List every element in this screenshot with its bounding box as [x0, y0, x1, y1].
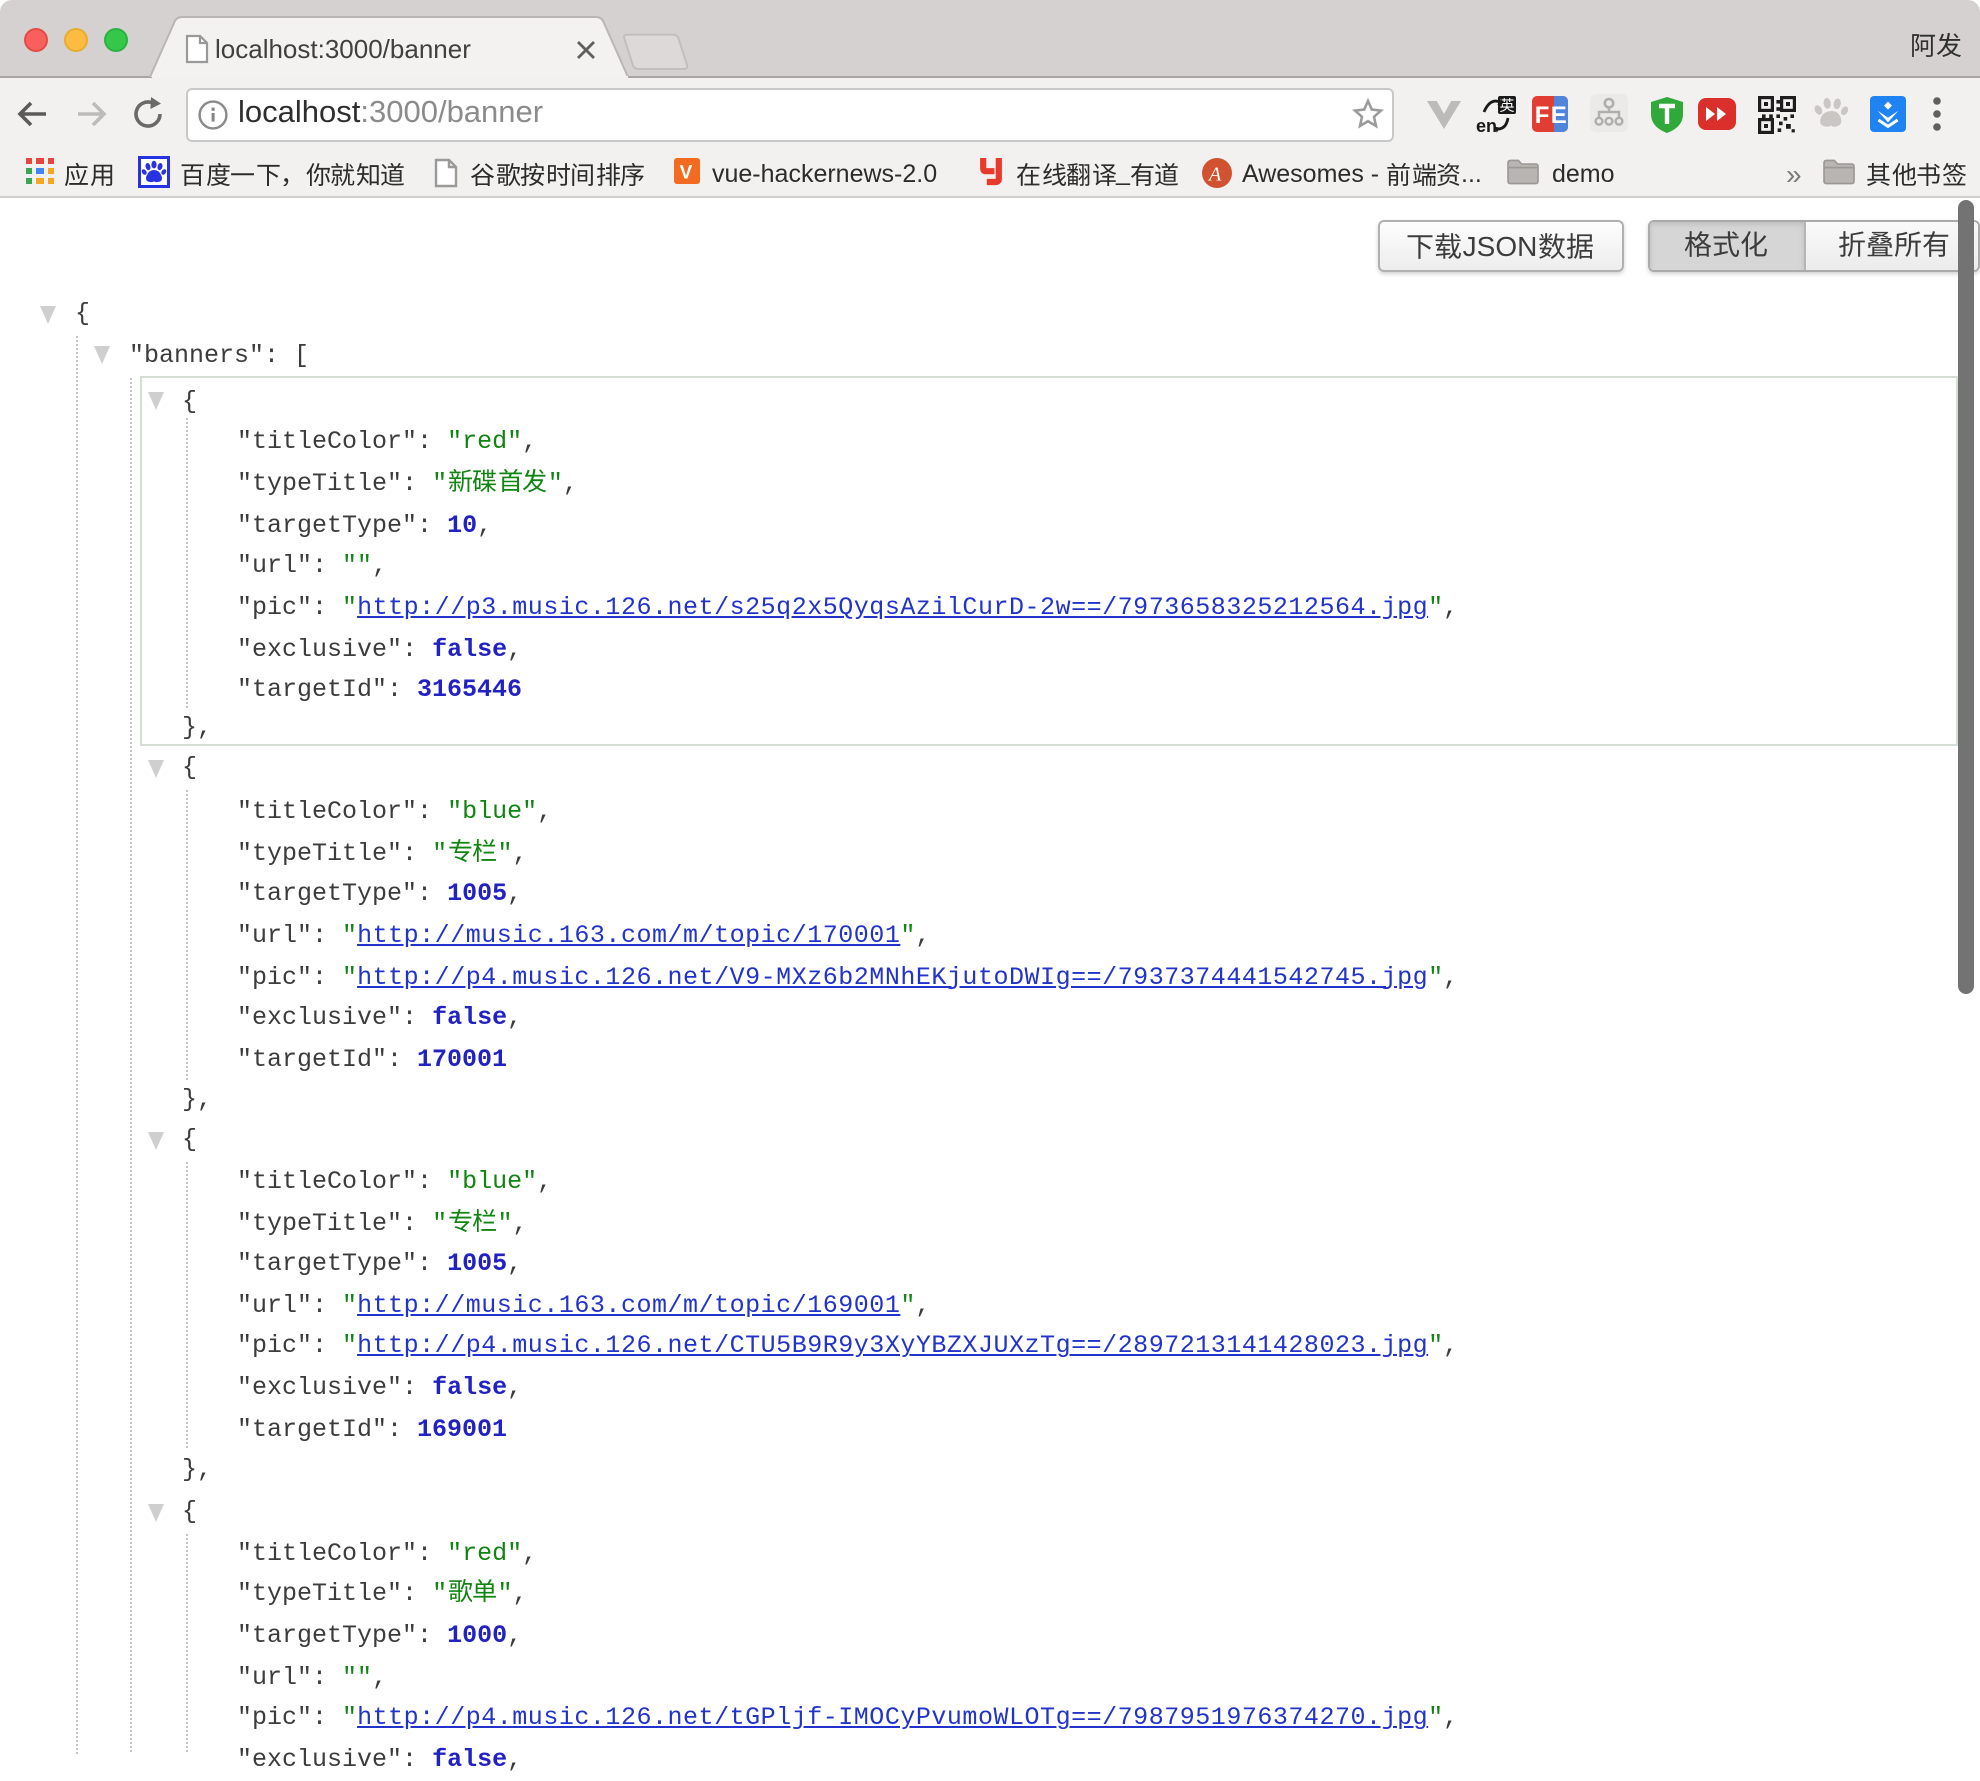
svg-text:en: en — [1476, 116, 1497, 136]
svg-text:A: A — [1207, 163, 1222, 185]
svg-text:E: E — [1551, 102, 1567, 129]
svg-text:F: F — [1535, 102, 1550, 129]
svg-text:V: V — [680, 163, 693, 184]
